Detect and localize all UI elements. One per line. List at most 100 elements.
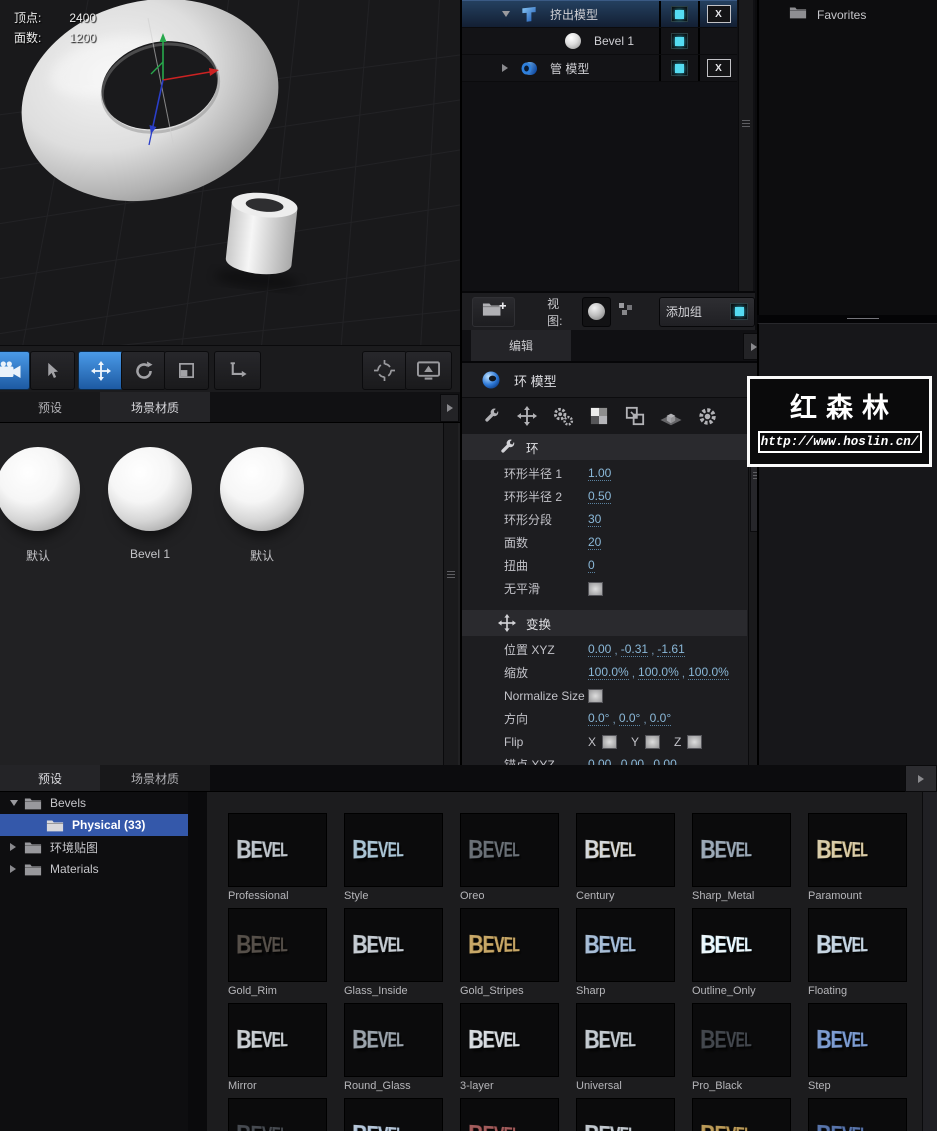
- axis-mode-button[interactable]: [214, 351, 261, 390]
- gear-icon[interactable]: [689, 406, 725, 427]
- wrench-icon[interactable]: [473, 408, 509, 425]
- value-field[interactable]: 0.00: [621, 757, 644, 765]
- value-field[interactable]: 100.0%: [588, 665, 629, 680]
- new-folder-button[interactable]: [472, 296, 516, 327]
- camera-tool-button[interactable]: [0, 351, 30, 390]
- preset-thumbnail[interactable]: BEVEL: [576, 1003, 675, 1077]
- value-field[interactable]: 0.0°: [618, 711, 641, 726]
- checkbox[interactable]: [588, 581, 603, 596]
- scene-row[interactable]: 挤出模型 X: [462, 0, 737, 28]
- preset-thumbnail[interactable]: BEVEL: [808, 908, 907, 982]
- viewport-3d[interactable]: 顶点: 2400 面数: 1200: [0, 0, 460, 345]
- value-field[interactable]: 0.0°: [588, 711, 610, 726]
- flip-checkbox-z[interactable]: [687, 734, 703, 749]
- material-sphere-preview[interactable]: [108, 447, 192, 531]
- value-field[interactable]: 0: [588, 558, 595, 573]
- preset-item[interactable]: BEVEL Paramount: [808, 813, 907, 904]
- tree-item[interactable]: 环境贴图: [0, 836, 188, 858]
- value-field[interactable]: 0.50: [588, 489, 612, 504]
- tab-scene-materials-bottom[interactable]: 场景材质: [100, 765, 210, 791]
- scale-tool-button[interactable]: [164, 351, 209, 390]
- tree-item[interactable]: Physical (33): [0, 814, 188, 836]
- preset-thumbnail[interactable]: BEVEL: [344, 1003, 443, 1077]
- flip-checkbox-y[interactable]: [645, 734, 661, 749]
- add-group-button[interactable]: 添加组: [658, 296, 756, 327]
- expander-icon[interactable]: [10, 800, 24, 806]
- preset-thumbnail[interactable]: BEVEL: [460, 908, 559, 982]
- material-item[interactable]: 默认: [220, 447, 304, 564]
- value-field[interactable]: 0.00: [653, 757, 676, 765]
- panel-splitter[interactable]: [757, 315, 937, 323]
- preset-item[interactable]: BEVEL Oreo: [460, 813, 559, 904]
- preset-thumbnail[interactable]: BEVEL: [808, 1003, 907, 1077]
- tab-edit[interactable]: 编辑: [471, 330, 571, 361]
- move-tool-button[interactable]: [78, 351, 123, 390]
- select-tool-button[interactable]: [30, 351, 75, 390]
- preset-thumbnail[interactable]: BEVEL: [228, 908, 327, 982]
- tree-item[interactable]: Materials: [0, 858, 188, 880]
- preset-thumbnail[interactable]: BEVEL: [692, 813, 791, 887]
- preset-item[interactable]: BEVEL Floating: [808, 908, 907, 999]
- preset-item[interactable]: BEVEL 3-layer: [460, 1003, 559, 1094]
- scene-row[interactable]: Bevel 1: [462, 28, 737, 55]
- view-sphere-toggle[interactable]: [581, 296, 612, 327]
- move-icon[interactable]: [509, 406, 545, 426]
- preset-item[interactable]: BEVEL Step: [808, 1003, 907, 1094]
- preset-item[interactable]: BEVEL Universal: [576, 1003, 675, 1094]
- tab-presets[interactable]: 预设: [0, 392, 100, 422]
- preset-thumbnail[interactable]: BEVEL: [460, 1098, 559, 1131]
- value-field[interactable]: -0.31: [620, 642, 649, 657]
- preset-thumbnail[interactable]: BEVEL: [460, 1003, 559, 1077]
- preset-item[interactable]: BEVEL Round_Glass: [344, 1003, 443, 1094]
- material-item[interactable]: Bevel 1: [108, 447, 192, 564]
- preset-item[interactable]: BEVEL Mirror: [228, 1003, 327, 1094]
- expander-icon[interactable]: [10, 865, 24, 873]
- value-field[interactable]: 0.0°: [649, 711, 672, 726]
- preset-thumbnail[interactable]: BEVEL: [228, 1098, 327, 1131]
- material-sphere-preview[interactable]: [0, 447, 80, 531]
- value-field[interactable]: 1.00: [588, 466, 612, 481]
- tree-item[interactable]: Bevels: [0, 792, 188, 814]
- uv-checker-icon[interactable]: [581, 407, 617, 425]
- materials-scrollbar[interactable]: [443, 423, 458, 765]
- material-sphere-preview[interactable]: [220, 447, 304, 531]
- preset-thumbnail[interactable]: BEVEL: [808, 1098, 907, 1131]
- output-preview-button[interactable]: [405, 351, 452, 390]
- bevel-extrude-icon[interactable]: [653, 406, 689, 426]
- preset-item[interactable]: BEVEL: [692, 1098, 791, 1131]
- expander-icon[interactable]: [10, 843, 24, 851]
- value-field[interactable]: 20: [588, 535, 602, 550]
- preset-panel-expand-button[interactable]: [905, 765, 937, 792]
- tab-scene-materials[interactable]: 场景材质: [100, 392, 210, 422]
- tab-presets-bottom[interactable]: 预设: [0, 765, 100, 791]
- value-field[interactable]: -1.61: [657, 642, 685, 657]
- preset-thumbnail[interactable]: BEVEL: [344, 813, 443, 887]
- visibility-toggle[interactable]: [659, 55, 698, 81]
- preset-item[interactable]: BEVEL Pro_Black: [692, 1003, 791, 1094]
- preset-item[interactable]: BEVEL: [460, 1098, 559, 1131]
- preset-thumbnail[interactable]: BEVEL: [576, 908, 675, 982]
- value-field[interactable]: 0.00: [588, 642, 612, 657]
- value-field[interactable]: 100.0%: [688, 665, 729, 680]
- preset-thumbnail[interactable]: BEVEL: [344, 908, 443, 982]
- reset-view-button[interactable]: [362, 351, 407, 390]
- material-item[interactable]: 默认: [0, 447, 80, 564]
- preset-item[interactable]: BEVEL Gold_Rim: [228, 908, 327, 999]
- preset-item[interactable]: BEVEL Style: [344, 813, 443, 904]
- preset-item[interactable]: BEVEL Sharp_Metal: [692, 813, 791, 904]
- value-field[interactable]: 30: [588, 512, 602, 527]
- checkbox[interactable]: [588, 688, 603, 703]
- value-field[interactable]: 100.0%: [638, 665, 679, 680]
- flip-checkbox-x[interactable]: [602, 734, 618, 749]
- delete-model-button[interactable]: X: [706, 5, 731, 23]
- preset-item[interactable]: BEVEL Professional: [228, 813, 327, 904]
- preset-item[interactable]: BEVEL: [576, 1098, 675, 1131]
- rotate-tool-button[interactable]: [121, 351, 166, 390]
- preset-item[interactable]: BEVEL Century: [576, 813, 675, 904]
- expander-icon[interactable]: [502, 64, 516, 72]
- visibility-toggle[interactable]: [659, 1, 698, 27]
- preset-item[interactable]: BEVEL Outline_Only: [692, 908, 791, 999]
- preset-item[interactable]: BEVEL: [344, 1098, 443, 1131]
- expander-icon[interactable]: [502, 11, 516, 17]
- preset-thumbnail[interactable]: BEVEL: [692, 908, 791, 982]
